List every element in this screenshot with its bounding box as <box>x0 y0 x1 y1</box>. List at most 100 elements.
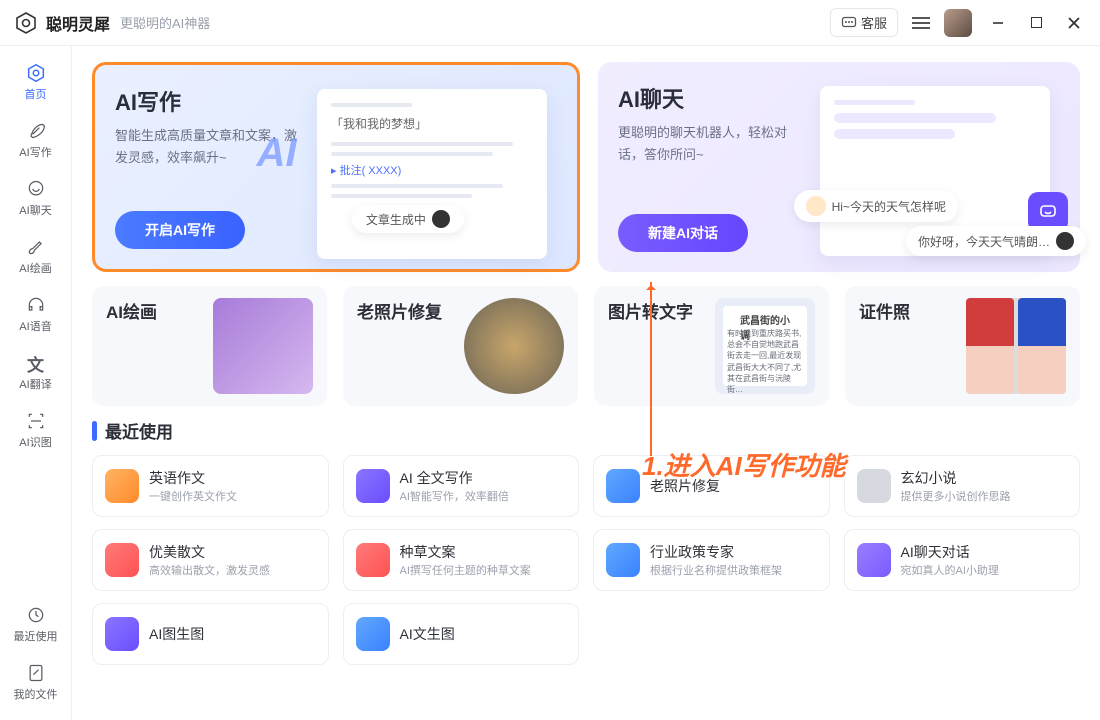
app-name: 聪明灵犀 <box>46 11 110 35</box>
chat-bubble-user: Hi~今天的天气怎样呢 <box>794 190 958 222</box>
section-accent-bar <box>92 421 97 441</box>
maximize-button[interactable] <box>1024 11 1048 35</box>
sidebar-item-label: 我的文件 <box>14 686 58 702</box>
hex-badge-icon <box>432 210 450 228</box>
sidebar-item-recent[interactable]: 最近使用 <box>6 598 66 650</box>
card-icon <box>105 617 139 651</box>
card-icon <box>105 543 139 577</box>
sidebar-item-label: 首页 <box>25 86 47 102</box>
card-title: AI 全文写作 <box>400 468 509 488</box>
main-content: AI写作 智能生成高质量文章和文案，激发灵感，效率飙升~ 开启AI写作 AI 「… <box>72 46 1100 720</box>
card-icon <box>356 543 390 577</box>
sidebar-item-chat[interactable]: AI聊天 <box>6 172 66 224</box>
sidebar-item-voice[interactable]: AI语音 <box>6 288 66 340</box>
app-tagline: 更聪明的AI神器 <box>120 13 210 32</box>
recent-card[interactable]: AI图生图 <box>92 603 329 665</box>
card-icon <box>105 469 139 503</box>
card-title: 行业政策专家 <box>650 542 782 562</box>
hero-chat-card[interactable]: AI聊天 更聪明的聊天机器人，轻松对话，答你所问~ 新建AI对话 <box>598 62 1080 272</box>
sidebar-item-label: AI绘画 <box>19 260 51 276</box>
app-logo-icon <box>14 11 38 35</box>
recent-heading: 最近使用 <box>105 418 173 443</box>
recent-card[interactable]: AI聊天对话 宛如真人的AI小助理 <box>844 529 1081 591</box>
hamburger-icon <box>912 22 930 24</box>
new-chat-button[interactable]: 新建AI对话 <box>618 214 748 252</box>
start-writing-button[interactable]: 开启AI写作 <box>115 211 245 249</box>
card-subtitle: AI撰写任何主题的种草文案 <box>400 562 531 578</box>
feature-thumb <box>213 298 313 394</box>
recent-card[interactable]: AI 全文写作 AI智能写作，效率翻倍 <box>343 455 580 517</box>
card-title: 优美散文 <box>149 542 270 562</box>
feature-ocr[interactable]: 图片转文字 武昌街的小调 有时候到重庆路买书,总会不自觉地跑武昌街去走一回,最近… <box>594 286 829 406</box>
card-subtitle: 根据行业名称提供政策框架 <box>650 562 782 578</box>
support-button[interactable]: 客服 <box>830 8 898 37</box>
card-title: AI文生图 <box>400 624 455 644</box>
feature-paint[interactable]: AI绘画 <box>92 286 327 406</box>
recent-grid: 英语作文 一键创作英文作文 AI 全文写作 AI智能写作，效率翻倍 老照片修复 … <box>92 455 1080 665</box>
sidebar-item-home[interactable]: 首页 <box>6 56 66 108</box>
home-hex-icon <box>25 62 47 84</box>
translate-char-icon: 文 <box>25 352 47 374</box>
card-icon <box>356 469 390 503</box>
hex-badge-icon <box>1056 232 1074 250</box>
recent-card[interactable]: 英语作文 一键创作英文作文 <box>92 455 329 517</box>
brush-icon <box>25 236 47 258</box>
card-icon <box>857 469 891 503</box>
close-button[interactable] <box>1062 11 1086 35</box>
recent-card[interactable]: AI文生图 <box>343 603 580 665</box>
titlebar: 聪明灵犀 更聪明的AI神器 客服 <box>0 0 1100 46</box>
recent-card[interactable]: 优美散文 高效输出散文，激发灵感 <box>92 529 329 591</box>
feature-title: 证件照 <box>859 298 910 323</box>
doc-mockup: 「我和我的梦想」 ▸ 批注( XXXX) <box>317 89 547 259</box>
card-subtitle: 高效输出散文，激发灵感 <box>149 562 270 578</box>
doc-mock-note: ▸ 批注( XXXX) <box>331 162 533 178</box>
feature-restore[interactable]: 老照片修复 <box>343 286 578 406</box>
sidebar-item-label: AI翻译 <box>19 376 51 392</box>
hero-writing-title: AI写作 <box>115 85 301 117</box>
hero-writing-card[interactable]: AI写作 智能生成高质量文章和文案，激发灵感，效率飙升~ 开启AI写作 AI 「… <box>92 62 580 272</box>
sidebar-item-label: AI语音 <box>19 318 51 334</box>
sidebar-item-ocr[interactable]: AI识图 <box>6 404 66 456</box>
sidebar-item-writing[interactable]: AI写作 <box>6 114 66 166</box>
menu-button[interactable] <box>912 22 930 24</box>
card-title: 种草文案 <box>400 542 531 562</box>
feature-thumb <box>464 298 564 394</box>
minimize-button[interactable] <box>986 11 1010 35</box>
card-subtitle: 宛如真人的AI小助理 <box>901 562 999 578</box>
user-avatar[interactable] <box>944 9 972 37</box>
recent-card[interactable]: 行业政策专家 根据行业名称提供政策框架 <box>593 529 830 591</box>
card-title: 英语作文 <box>149 468 237 488</box>
annotation-arrow <box>650 282 652 456</box>
card-title: 玄幻小说 <box>901 468 1011 488</box>
chat-bubble-reply: 你好呀，今天天气晴朗… <box>906 226 1086 256</box>
sidebar-item-label: 最近使用 <box>14 628 58 644</box>
card-subtitle: AI智能写作，效率翻倍 <box>400 488 509 504</box>
sidebar-item-label: AI聊天 <box>19 202 51 218</box>
feather-icon <box>25 120 47 142</box>
recent-card[interactable]: 种草文案 AI撰写任何主题的种草文案 <box>343 529 580 591</box>
feature-thumb: 武昌街的小调 有时候到重庆路买书,总会不自觉地跑武昌街去走一回,最近发现武昌街大… <box>715 298 815 394</box>
card-icon <box>356 617 390 651</box>
generating-chip: 文章生成中 <box>352 205 464 233</box>
card-icon <box>857 543 891 577</box>
feature-idphoto[interactable]: 证件照 <box>845 286 1080 406</box>
emoji-avatar-icon <box>806 196 826 216</box>
ocr-body: 有时候到重庆路买书,总会不自觉地跑武昌街去走一回,最近发现武昌街大大不同了,尤其… <box>727 328 803 395</box>
card-icon <box>606 469 640 503</box>
sidebar-item-files[interactable]: 我的文件 <box>6 656 66 708</box>
card-title: AI聊天对话 <box>901 542 999 562</box>
card-subtitle: 提供更多小说创作思路 <box>901 488 1011 504</box>
sidebar-item-label: AI识图 <box>19 434 51 450</box>
sidebar-item-label: AI写作 <box>19 144 51 160</box>
headphones-icon <box>25 294 47 316</box>
card-title: AI图生图 <box>149 624 204 644</box>
chat-smile-icon <box>25 178 47 200</box>
recent-card[interactable]: 玄幻小说 提供更多小说创作思路 <box>844 455 1081 517</box>
feature-thumb <box>966 298 1066 394</box>
file-write-icon <box>25 662 47 684</box>
sidebar-item-paint[interactable]: AI绘画 <box>6 230 66 282</box>
annotation-text: 1.进入AI写作功能 <box>642 446 846 483</box>
scan-icon <box>25 410 47 432</box>
sidebar-item-translate[interactable]: 文 AI翻译 <box>6 346 66 398</box>
recent-heading-row: 最近使用 <box>92 418 1080 443</box>
